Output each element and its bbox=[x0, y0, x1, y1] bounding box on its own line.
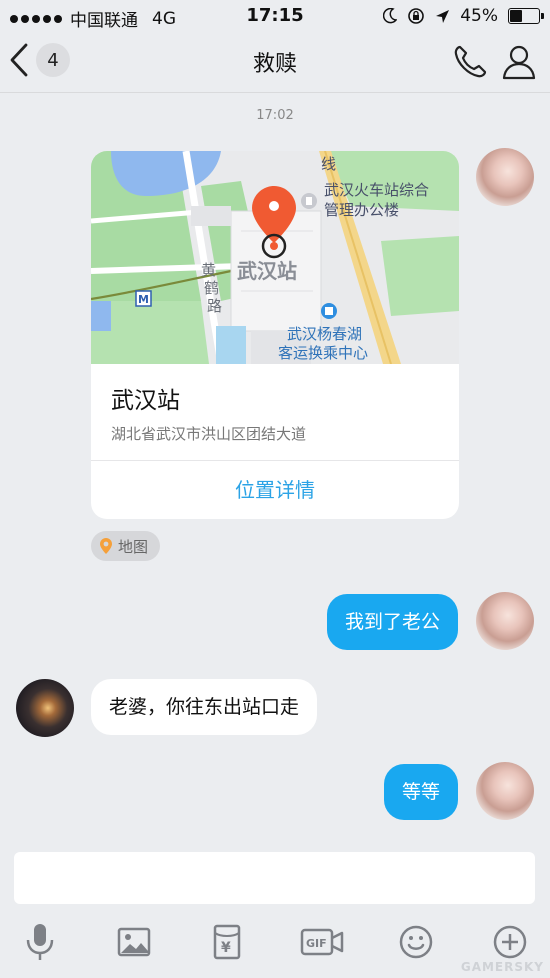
profile-button[interactable] bbox=[502, 44, 536, 84]
message-timestamp: 17:02 bbox=[256, 108, 294, 123]
avatar-self[interactable] bbox=[476, 592, 534, 650]
map-label-road-char3: 路 bbox=[207, 297, 223, 315]
map-label-road-char2: 鹤 bbox=[204, 279, 220, 297]
location-details-link[interactable]: 位置详情 bbox=[91, 461, 459, 519]
voice-button[interactable] bbox=[20, 922, 60, 962]
map-label-road-char1: 黄 bbox=[201, 261, 217, 279]
person-icon bbox=[502, 45, 536, 80]
battery-icon bbox=[508, 8, 544, 24]
red-packet-button[interactable]: ¥ bbox=[207, 922, 247, 962]
smiley-icon bbox=[399, 925, 433, 959]
image-icon bbox=[117, 927, 151, 957]
avatar-contact[interactable] bbox=[16, 679, 74, 737]
more-button[interactable] bbox=[490, 922, 530, 962]
moon-icon bbox=[383, 8, 398, 24]
map-source-tag[interactable]: 地图 bbox=[91, 531, 161, 561]
message-bubble-self[interactable]: 我到了老公 bbox=[326, 594, 458, 650]
message-bubble-self[interactable]: 等等 bbox=[383, 764, 458, 820]
call-button[interactable] bbox=[452, 44, 488, 84]
avatar-self[interactable] bbox=[476, 148, 534, 206]
map-label-hub-line2: 客运换乘中心 bbox=[278, 344, 369, 362]
location-name: 武汉站 bbox=[111, 388, 180, 414]
location-map[interactable]: M 线 武汉火车站综合 管理办公楼 武汉站 黄 鹤 路 武汉杨春湖 客运换乘中心 bbox=[91, 151, 459, 364]
svg-text:GIF: GIF bbox=[306, 937, 327, 950]
gif-icon: GIF bbox=[300, 928, 344, 956]
nav-bar: 4 救赎 bbox=[0, 32, 550, 93]
red-packet-icon: ¥ bbox=[213, 924, 241, 960]
microphone-icon bbox=[26, 924, 54, 960]
map-label-line: 线 bbox=[321, 155, 337, 173]
location-pin-icon bbox=[100, 538, 112, 554]
map-tag-label: 地图 bbox=[118, 537, 149, 556]
photo-button[interactable] bbox=[114, 922, 154, 962]
map-label-station: 武汉站 bbox=[237, 259, 297, 283]
battery-percent: 45% bbox=[460, 6, 498, 26]
message-input[interactable] bbox=[14, 852, 535, 904]
emoji-button[interactable] bbox=[396, 922, 436, 962]
svg-text:¥: ¥ bbox=[221, 940, 231, 956]
rotation-lock-icon bbox=[408, 8, 425, 24]
location-arrow-icon bbox=[436, 9, 450, 23]
map-label-office-line1: 武汉火车站综合 bbox=[324, 181, 430, 199]
location-card[interactable]: M 线 武汉火车站综合 管理办公楼 武汉站 黄 鹤 路 武汉杨春湖 客运换乘中心… bbox=[91, 151, 459, 519]
watermark: GAMERSKY bbox=[460, 960, 544, 974]
avatar-self[interactable] bbox=[476, 762, 534, 820]
svg-text:M: M bbox=[138, 293, 149, 306]
map-label-office-line2: 管理办公楼 bbox=[324, 201, 400, 219]
location-address: 湖北省武汉市洪山区团结大道 bbox=[111, 425, 307, 443]
map-label-hub-line1: 武汉杨春湖 bbox=[287, 325, 363, 343]
phone-icon bbox=[454, 45, 487, 78]
message-bubble-contact[interactable]: 老婆，你往东出站口走 bbox=[91, 679, 318, 735]
plus-circle-icon bbox=[493, 925, 527, 959]
status-bar: 中国联通 4G 17:15 45% bbox=[0, 0, 550, 32]
gif-button[interactable]: GIF bbox=[300, 922, 344, 962]
status-right: 45% bbox=[383, 6, 544, 26]
